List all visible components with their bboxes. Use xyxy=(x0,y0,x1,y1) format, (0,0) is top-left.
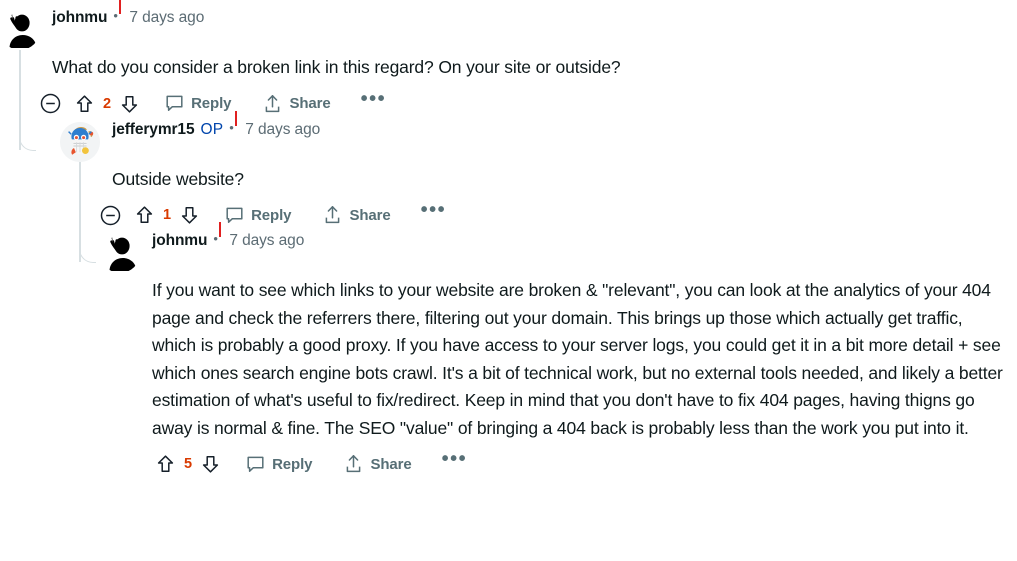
avatar[interactable] xyxy=(60,121,100,162)
share-label: Share xyxy=(289,95,331,112)
upvote-arrow-icon[interactable] xyxy=(156,454,175,474)
more-options-button[interactable]: ••• xyxy=(361,89,387,109)
comment-content-indent-3: If you want to see which links to your w… xyxy=(100,273,1017,484)
share-label: Share xyxy=(370,455,412,473)
comment-johnmu-level1: johnmu • 7 days ago What do you consider… xyxy=(0,0,1017,151)
comment-header-row: johnmu • 7 days ago xyxy=(0,0,1017,50)
share-arrow-icon xyxy=(323,205,342,225)
upvote-arrow-icon[interactable] xyxy=(75,94,94,114)
meta-separator: • xyxy=(229,110,239,138)
text-cursor-artifact xyxy=(235,110,238,126)
comment-johnmu-level3: johnmu • 7 days ago If you want to see w… xyxy=(0,222,1017,484)
separator-dot: • xyxy=(113,8,118,23)
op-badge: OP xyxy=(200,120,224,138)
comment-text: If you want to see which links to your w… xyxy=(152,280,1003,438)
comment-body: jefferymr15 OP • 7 days ago xyxy=(100,110,1017,162)
vote-controls: 5 xyxy=(156,454,220,474)
text-cursor-artifact xyxy=(119,0,122,14)
comment-actions: 2 Reply Share ••• xyxy=(40,84,1017,124)
downvote-arrow-icon[interactable] xyxy=(180,205,199,225)
more-options-button[interactable]: ••• xyxy=(442,449,468,469)
text-cursor-artifact xyxy=(219,222,222,237)
comment-content-indent-1: What do you consider a broken link in th… xyxy=(0,50,1017,151)
separator-dot: • xyxy=(229,119,234,135)
share-button[interactable]: Share xyxy=(344,454,412,474)
comment-actions: 5 Reply Share ••• xyxy=(152,444,1017,484)
comment-author[interactable]: johnmu xyxy=(52,10,107,26)
comment-author[interactable]: johnmu xyxy=(152,233,207,249)
share-arrow-icon xyxy=(263,94,282,114)
comment-meta: johnmu • 7 days ago xyxy=(140,222,1017,273)
comment-header-row: jefferymr15 OP • 7 days ago xyxy=(60,110,1017,162)
comment-text: What do you consider a broken link in th… xyxy=(52,57,621,77)
upvote-arrow-icon[interactable] xyxy=(135,205,154,225)
comment-body: johnmu • 7 days ago xyxy=(40,0,1017,50)
vote-controls: 1 xyxy=(135,205,199,225)
collapse-minus-circle-icon[interactable] xyxy=(40,93,61,114)
downvote-arrow-icon[interactable] xyxy=(120,94,139,114)
comment-actions: 1 Reply Share ••• xyxy=(100,195,1017,235)
comment-timestamp: 7 days ago xyxy=(129,9,205,26)
vote-count: 1 xyxy=(163,207,172,223)
comment-jefferymr15-level2: jefferymr15 OP • 7 days ago Outside webs… xyxy=(0,110,1017,263)
comment-meta: jefferymr15 OP • 7 days ago xyxy=(100,110,1017,162)
avatar[interactable] xyxy=(100,233,140,273)
comment-author[interactable]: jefferymr15 xyxy=(112,121,195,138)
comment-content-indent-2: Outside website? 1 Reply Share ••• xyxy=(60,161,1017,263)
avatar[interactable] xyxy=(0,10,40,50)
reply-button[interactable]: Reply xyxy=(246,455,313,474)
meta-separator: • xyxy=(113,0,123,26)
comment-header-row: johnmu • 7 days ago xyxy=(100,222,1017,273)
share-button[interactable]: Share xyxy=(323,205,391,225)
more-options-button[interactable]: ••• xyxy=(421,200,447,220)
comment-thread: johnmu • 7 days ago What do you consider… xyxy=(0,0,1017,484)
comment-bubble-icon xyxy=(165,94,184,113)
comment-timestamp: 7 days ago xyxy=(229,232,305,249)
comment-bubble-icon xyxy=(246,455,265,474)
comment-text: Outside website? xyxy=(112,168,244,189)
separator-dot: • xyxy=(213,231,218,246)
comment-bubble-icon xyxy=(225,206,244,225)
reply-button[interactable]: Reply xyxy=(165,94,232,113)
reply-button[interactable]: Reply xyxy=(225,206,292,225)
reply-label: Reply xyxy=(272,455,313,473)
comment-meta: johnmu • 7 days ago xyxy=(40,0,1017,50)
downvote-arrow-icon[interactable] xyxy=(201,454,220,474)
vote-count: 5 xyxy=(184,456,193,472)
share-label: Share xyxy=(349,206,391,224)
comment-timestamp: 7 days ago xyxy=(245,120,321,138)
vote-controls: 2 xyxy=(75,94,139,114)
share-arrow-icon xyxy=(344,454,363,474)
meta-separator: • xyxy=(213,222,223,249)
reply-label: Reply xyxy=(251,206,292,224)
vote-count: 2 xyxy=(103,95,112,112)
share-button[interactable]: Share xyxy=(263,94,331,114)
comment-body: johnmu • 7 days ago xyxy=(140,222,1017,273)
reply-label: Reply xyxy=(191,95,232,112)
collapse-minus-circle-icon[interactable] xyxy=(100,205,121,226)
